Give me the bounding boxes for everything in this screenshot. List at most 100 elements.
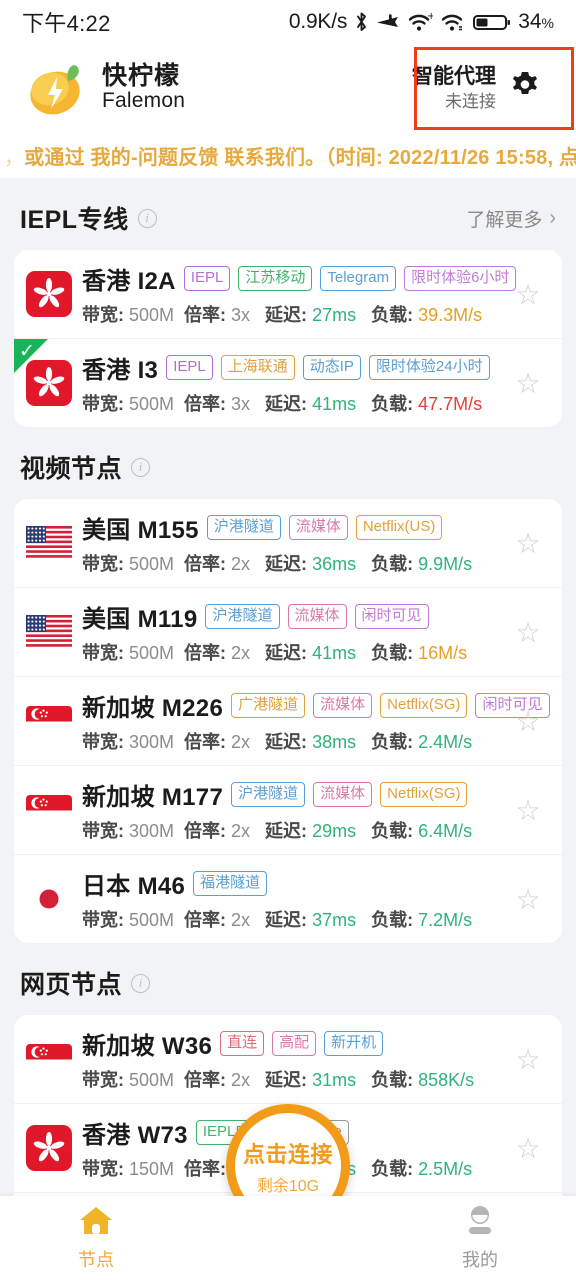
node-tag: 限时体验6小时 <box>404 266 517 291</box>
node-stats: 带宽: 300M 倍率: 2x 延迟: 38ms 负载: 2.4M/s <box>82 732 473 752</box>
node-stats: 带宽: 500M 倍率: 2x 延迟: 41ms 负载: 16M/s <box>82 643 468 663</box>
app-root: 下午4:22 0.9K/s + 34% 快柠檬 Falemon 智能代理 未连接… <box>0 0 576 1280</box>
brand: 快柠檬 Falemon <box>22 57 185 119</box>
smart-proxy-button[interactable]: 智能代理 未连接 <box>392 54 558 122</box>
node-info: 新加坡 M177 沪港隧道 流媒体 Netflix(SG) 带宽: 300M 倍率: 2… <box>82 777 508 843</box>
node-row[interactable]: 美国 M155 沪港隧道 流媒体 Netflix(US) 带宽: 500M 倍率: 2x… <box>14 499 562 587</box>
node-tag: Netflix(SG) <box>380 782 468 807</box>
sg-flag <box>26 698 72 744</box>
node-stats: 带宽: 500M 倍率: 3x 延迟: 41ms 负载: 47.7M/s <box>82 394 483 414</box>
section-header: 视频节点 i <box>14 427 562 499</box>
node-tag: 广港隧道 <box>231 693 306 718</box>
node-row[interactable]: 香港 I2A IEPL 江苏移动 Telegram 限时体验6小时 带宽: 500M 倍率… <box>14 250 562 338</box>
node-row[interactable]: 日本 M46 福港隧道 带宽: 500M 倍率: 2x 延迟: 37ms 负载: 7… <box>14 854 562 943</box>
node-tag: 闲时可见 <box>354 604 429 629</box>
node-row[interactable]: 美国 M119 沪港隧道 流媒体 闲时可见 带宽: 500M 倍率: 2x 延迟: 41… <box>14 587 562 676</box>
node-tag: 沪港隧道 <box>206 515 281 540</box>
favorite-star-icon[interactable]: ☆ <box>508 883 548 916</box>
node-tag: 流媒体 <box>313 782 373 807</box>
section-title: 视频节点 <box>20 455 123 483</box>
app-header: 快柠檬 Falemon 智能代理 未连接 <box>0 44 576 132</box>
wifi-secondary-icon <box>440 11 466 33</box>
favorite-star-icon[interactable]: ☆ <box>508 527 548 560</box>
favorite-star-icon[interactable]: ☆ <box>508 367 548 400</box>
battery-percent: 34% <box>518 10 554 33</box>
node-stats: 带宽: 300M 倍率: 2x 延迟: 29ms 负载: 6.4M/s <box>82 821 473 841</box>
tab-nodes[interactable]: 节点 <box>0 1204 192 1272</box>
brand-name-cn: 快柠檬 <box>102 62 181 91</box>
node-row[interactable]: 新加坡 M226 广港隧道 流媒体 Netflix(SG) 闲时可见 带宽: 300M 倍… <box>14 676 562 765</box>
status-icons: 0.9K/s + 34% <box>289 10 554 34</box>
node-row[interactable]: 新加坡 W36 直连 高配 新开机带宽: 500M 倍率: 2x 延迟: 31ms 负… <box>14 1015 562 1103</box>
node-title-row: 美国 M155 沪港隧道 流媒体 Netflix(US) <box>82 510 508 545</box>
notice-text: ，或通过 我的-问题反馈 联系我们。（时间: 2022/11/26 15:58,… <box>4 146 576 169</box>
smart-proxy-status: 未连接 <box>445 91 496 111</box>
node-title-row: 日本 M46 福港隧道 <box>82 866 508 901</box>
node-tag: 动态IP <box>302 355 361 380</box>
node-tag: 上海联通 <box>220 355 295 380</box>
hk-flag <box>26 271 72 317</box>
node-row[interactable]: ✓ 香港 I3 IEPL 上海联通 动态IP 限时体验24小时 带宽: 500M 倍率: 3… <box>14 338 562 427</box>
favorite-star-icon[interactable]: ☆ <box>508 705 548 738</box>
node-title-row: 香港 I2A IEPL 江苏移动 Telegram 限时体验6小时 <box>82 261 517 296</box>
battery-icon <box>473 11 511 33</box>
node-stats: 带宽: 500M 倍率: 2x 延迟: 36ms 负载: 9.9M/s <box>82 554 473 574</box>
node-title-row: 新加坡 M226 广港隧道 流媒体 Netflix(SG) 闲时可见 <box>82 688 550 723</box>
node-tag: 高配 <box>272 1031 317 1056</box>
node-info: 日本 M46 福港隧道 带宽: 500M 倍率: 2x 延迟: 37ms 负载: 7… <box>82 866 508 932</box>
learn-more-link[interactable]: 了解更多 › <box>466 205 556 232</box>
node-info: 香港 I3 IEPL 上海联通 动态IP 限时体验24小时 带宽: 500M 倍率: 3x… <box>82 350 508 416</box>
brand-name-en: Falemon <box>102 89 186 113</box>
node-tag: Netflix(US) <box>355 515 443 540</box>
chevron-right-icon: › <box>549 206 556 229</box>
jp-flag <box>26 876 72 922</box>
node-tag: 新开机 <box>324 1031 384 1056</box>
hk-flag <box>26 1125 72 1171</box>
node-card: 香港 I2A IEPL 江苏移动 Telegram 限时体验6小时带宽: 500M 倍率… <box>14 250 562 427</box>
node-tag: 流媒体 <box>313 693 373 718</box>
check-icon: ✓ <box>19 341 35 362</box>
section-title-group: 视频节点 i <box>20 449 151 485</box>
sg-flag <box>26 1036 72 1082</box>
info-icon[interactable]: i <box>131 457 151 477</box>
person-icon <box>461 1204 499 1241</box>
section-header: IEPL专线 i 了解更多 › <box>14 178 562 250</box>
smart-proxy-texts: 智能代理 未连接 <box>412 64 496 112</box>
status-bar: 下午4:22 0.9K/s + 34% <box>0 0 576 44</box>
node-stats: 带宽: 500M 倍率: 2x 延迟: 31ms 负载: 858K/s <box>82 1070 475 1090</box>
node-info: 新加坡 W36 直连 高配 新开机带宽: 500M 倍率: 2x 延迟: 31ms 负… <box>82 1026 508 1092</box>
node-tag: 江苏移动 <box>238 266 313 291</box>
favorite-star-icon[interactable]: ☆ <box>508 278 548 311</box>
node-name: 香港 W73 <box>82 1122 188 1149</box>
node-tag: IEPL <box>166 355 213 380</box>
home-icon <box>77 1204 115 1241</box>
favorite-star-icon[interactable]: ☆ <box>508 794 548 827</box>
node-tag: 直连 <box>220 1031 265 1056</box>
status-time: 下午4:22 <box>22 11 111 36</box>
bluetooth-icon <box>354 11 369 33</box>
gear-icon[interactable] <box>508 69 542 108</box>
node-row[interactable]: 新加坡 M177 沪港隧道 流媒体 Netflix(SG) 带宽: 300M 倍率: 2… <box>14 765 562 854</box>
node-title-row: 新加坡 W36 直连 高配 新开机 <box>82 1026 508 1061</box>
node-info: 美国 M119 沪港隧道 流媒体 闲时可见 带宽: 500M 倍率: 2x 延迟: 41… <box>82 599 508 665</box>
favorite-star-icon[interactable]: ☆ <box>508 1132 548 1165</box>
info-icon[interactable]: i <box>131 973 151 993</box>
us-flag <box>26 520 72 566</box>
node-tag: 流媒体 <box>288 515 348 540</box>
us-flag <box>26 609 72 655</box>
connect-label: 点击连接 <box>242 1141 333 1167</box>
network-speed: 0.9K/s <box>288 10 348 33</box>
node-info: 新加坡 M226 广港隧道 流媒体 Netflix(SG) 闲时可见 带宽: 300M 倍… <box>82 688 550 754</box>
info-icon[interactable]: i <box>137 208 157 228</box>
node-name: 美国 M119 <box>82 606 198 633</box>
notice-bar[interactable]: ，或通过 我的-问题反馈 联系我们。（时间: 2022/11/26 15:58,… <box>0 132 576 178</box>
favorite-star-icon[interactable]: ☆ <box>508 1043 548 1076</box>
svg-text:+: + <box>427 11 433 22</box>
node-tag: 福港隧道 <box>193 871 268 896</box>
tab-mine[interactable]: 我的 <box>384 1204 576 1272</box>
smart-proxy-title: 智能代理 <box>412 65 496 89</box>
node-tag: Netflix(SG) <box>380 693 468 718</box>
favorite-star-icon[interactable]: ☆ <box>508 616 548 649</box>
lemon-logo <box>22 57 92 119</box>
node-title-row: 香港 I3 IEPL 上海联通 动态IP 限时体验24小时 <box>82 350 508 385</box>
